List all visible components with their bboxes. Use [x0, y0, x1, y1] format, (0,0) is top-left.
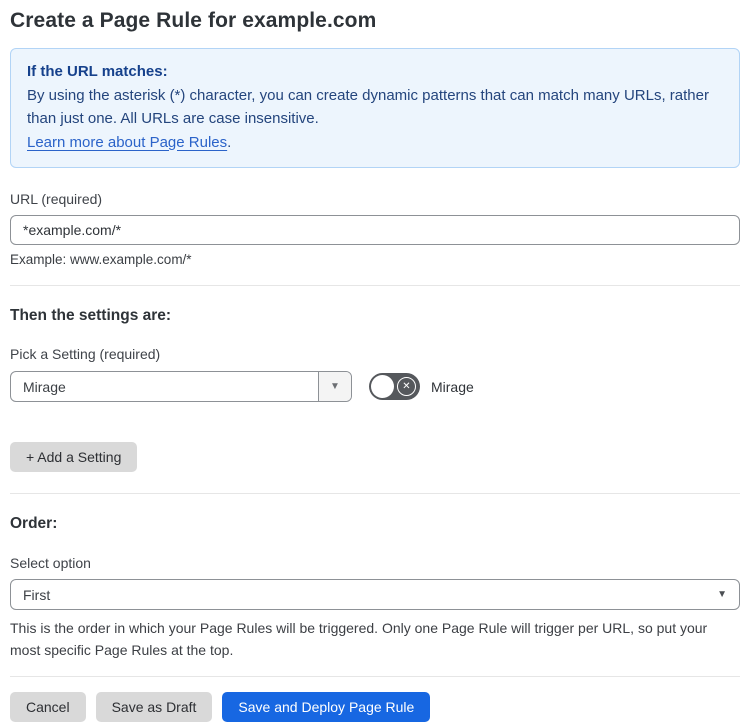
info-box-link-line: Learn more about Page Rules. — [27, 131, 723, 155]
setting-select-value: Mirage — [23, 378, 66, 395]
info-box-body: By using the asterisk (*) character, you… — [27, 86, 709, 128]
divider — [10, 493, 740, 494]
mirage-toggle[interactable]: ✕ — [369, 373, 420, 400]
learn-more-link[interactable]: Learn more about Page Rules — [27, 134, 227, 151]
pick-setting-label: Pick a Setting (required) — [10, 346, 161, 362]
divider — [10, 676, 740, 677]
x-icon: ✕ — [397, 377, 416, 396]
page-title: Create a Page Rule for example.com — [10, 9, 377, 32]
order-description: This is the order in which your Page Rul… — [10, 620, 708, 658]
save-as-draft-button[interactable]: Save as Draft — [95, 692, 213, 722]
add-setting-button[interactable]: + Add a Setting — [10, 442, 138, 472]
order-section-heading: Order: — [10, 515, 58, 532]
save-and-deploy-button[interactable]: Save and Deploy Page Rule — [222, 692, 431, 722]
setting-row: Mirage ▼ ✕ Mirage — [10, 371, 740, 402]
mirage-toggle-label: Mirage — [431, 378, 474, 395]
link-suffix: . — [227, 133, 232, 151]
order-select-label: Select option — [10, 555, 91, 571]
url-field-label: URL (required) — [10, 191, 103, 207]
setting-select-arrow-button[interactable]: ▼ — [318, 372, 351, 401]
url-input[interactable] — [10, 215, 740, 245]
chevron-down-icon: ▼ — [717, 588, 727, 600]
url-helper-text: Example: www.example.com/* — [10, 252, 192, 267]
toggle-knob — [371, 375, 394, 398]
divider — [10, 285, 740, 286]
url-match-info-box: If the URL matches: By using the asteris… — [10, 48, 740, 168]
chevron-down-icon: ▼ — [330, 380, 340, 392]
order-select-value: First — [23, 586, 51, 603]
order-select[interactable]: First ▼ — [10, 579, 740, 610]
info-box-heading: If the URL matches: — [27, 63, 168, 80]
create-page-rule-form: Create a Page Rule for example.com If th… — [0, 0, 750, 722]
footer-actions: Cancel Save as Draft Save and Deploy Pag… — [10, 692, 740, 722]
cancel-button[interactable]: Cancel — [10, 692, 86, 722]
settings-section-heading: Then the settings are: — [10, 307, 172, 324]
setting-select[interactable]: Mirage ▼ — [10, 371, 352, 402]
